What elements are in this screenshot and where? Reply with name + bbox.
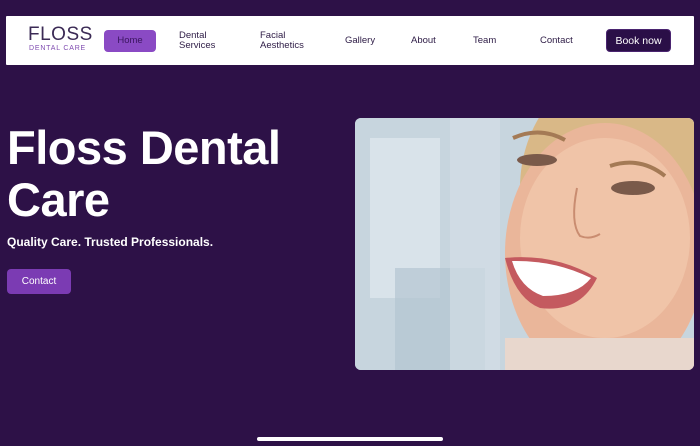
logo-name: FLOSS bbox=[28, 24, 93, 45]
nav-item-facial-aesthetics[interactable]: Facial Aesthetics bbox=[260, 31, 315, 51]
nav-item-team[interactable]: Team bbox=[473, 36, 496, 46]
book-now-button[interactable]: Book now bbox=[606, 29, 671, 52]
hero-title: Floss Dental Care bbox=[7, 121, 281, 226]
home-indicator-bar bbox=[257, 437, 443, 441]
hero-image bbox=[355, 118, 694, 370]
nav-item-gallery[interactable]: Gallery bbox=[345, 36, 375, 46]
nav-item-contact[interactable]: Contact bbox=[540, 36, 573, 46]
nav-item-home[interactable]: Home bbox=[104, 30, 156, 52]
nav-item-about[interactable]: About bbox=[411, 36, 436, 46]
smiling-woman-illustration bbox=[355, 118, 694, 370]
hero-contact-button[interactable]: Contact bbox=[7, 269, 71, 294]
top-navigation-bar: FLOSS DENTAL CARE Home Dental Services F… bbox=[6, 16, 694, 65]
nav-item-dental-services[interactable]: Dental Services bbox=[179, 31, 231, 51]
floss-logo[interactable]: FLOSS DENTAL CARE bbox=[28, 24, 93, 53]
hero-subtitle: Quality Care. Trusted Professionals. bbox=[7, 235, 214, 249]
logo-tagline: DENTAL CARE bbox=[29, 45, 87, 52]
